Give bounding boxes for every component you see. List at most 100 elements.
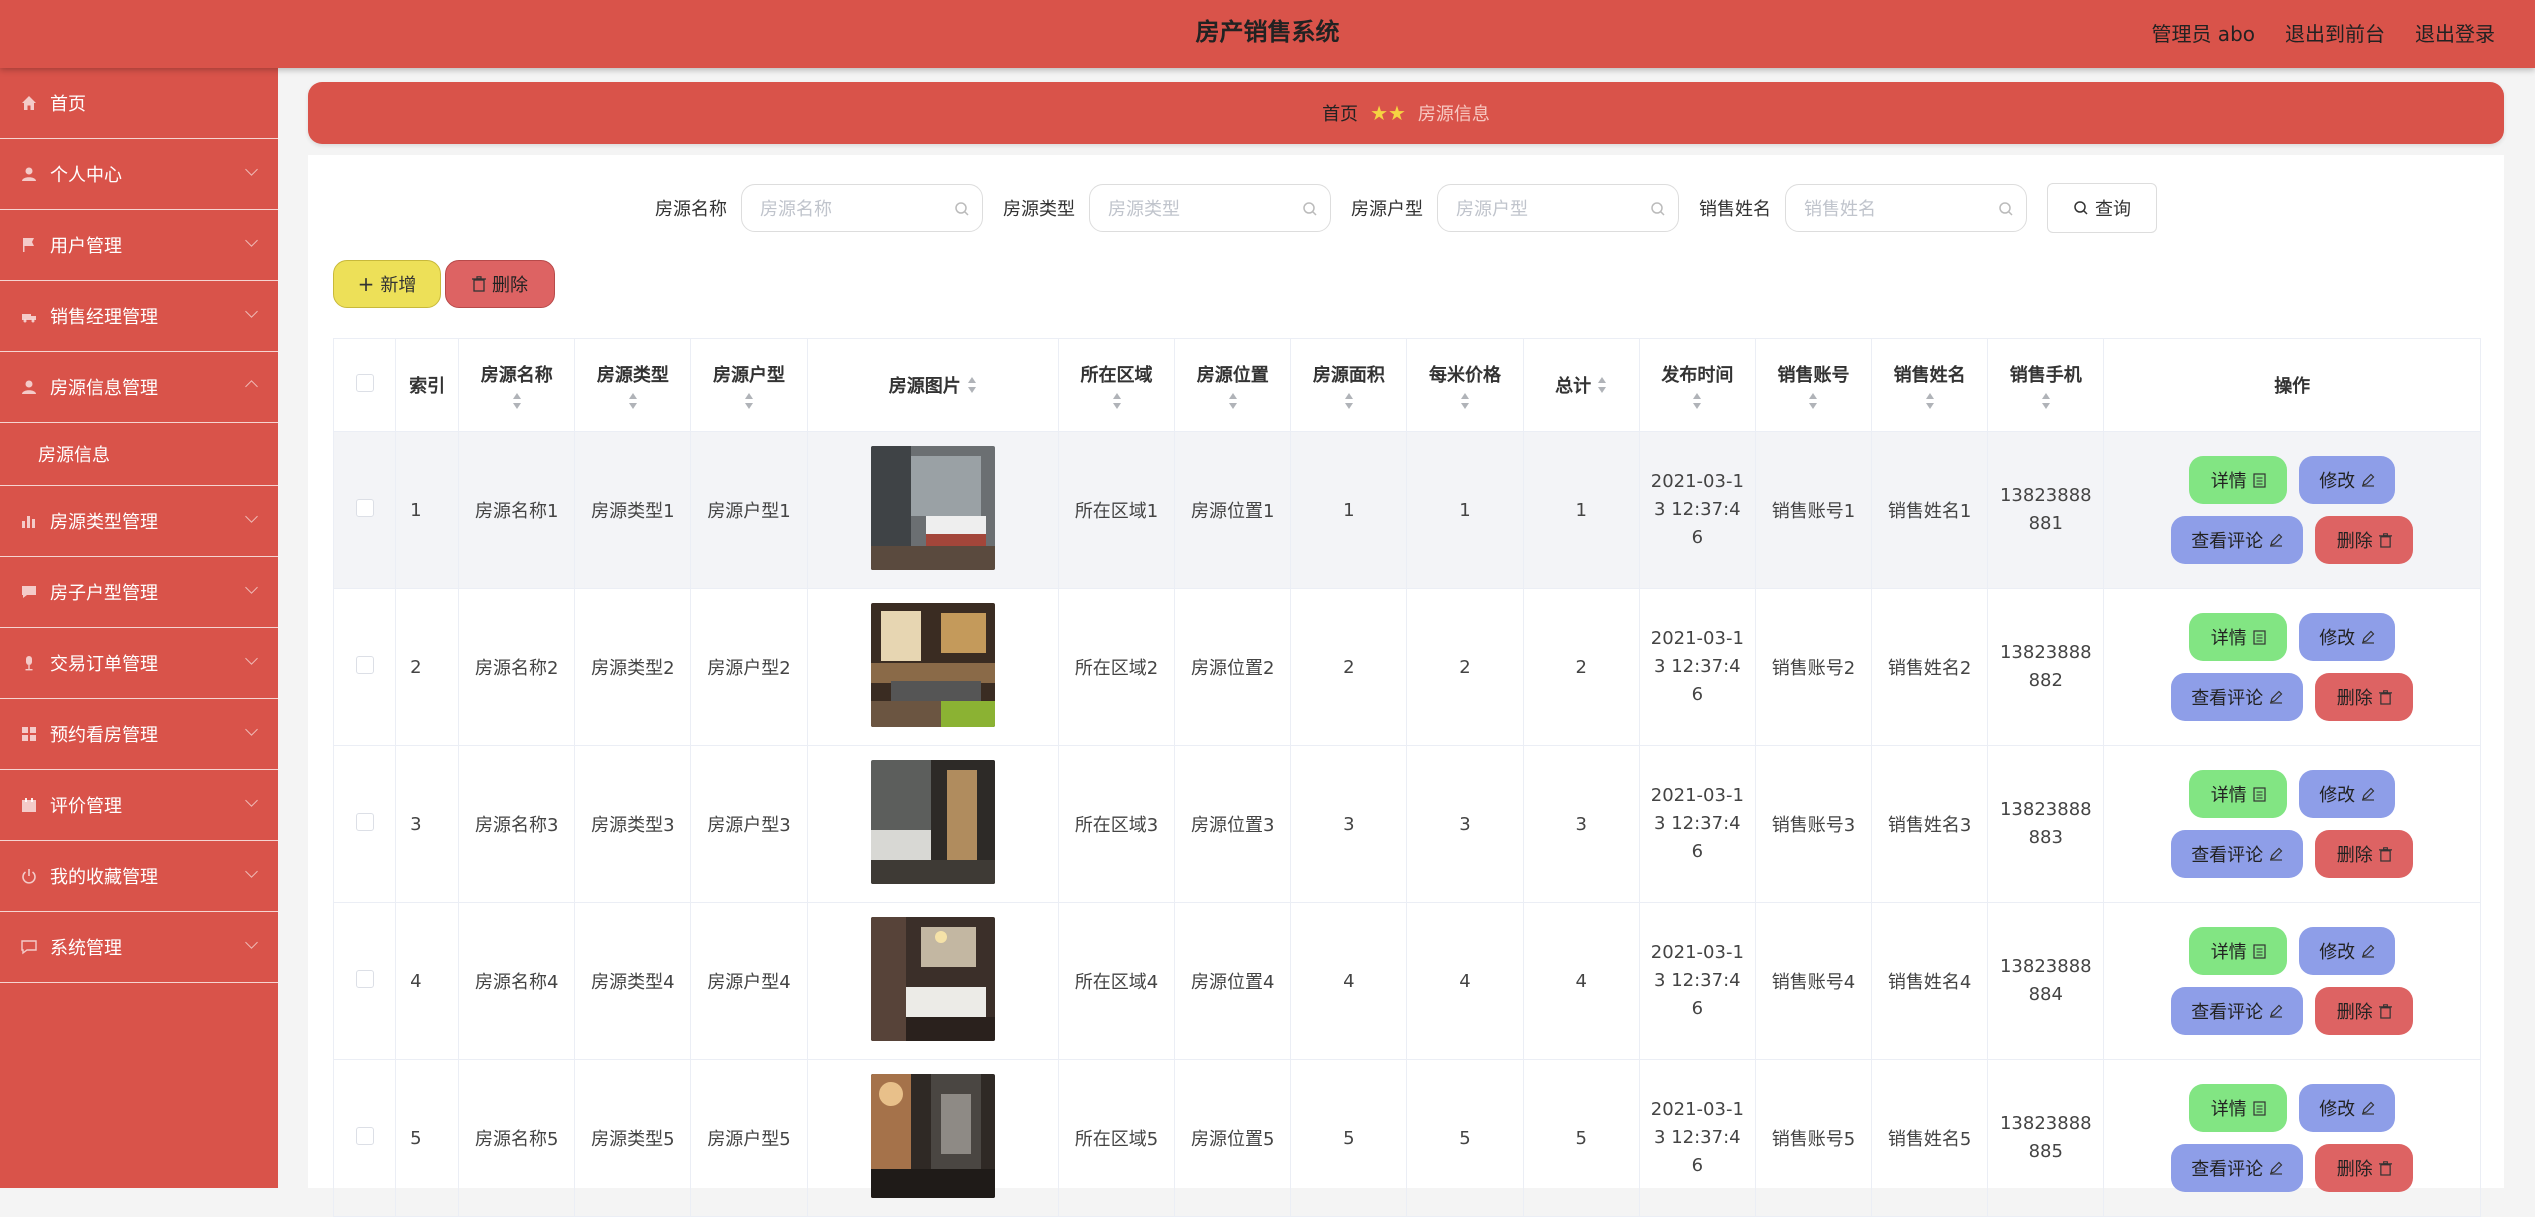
detail-button[interactable]: 详情 (2189, 770, 2288, 818)
view-reviews-button[interactable]: 查看评论 (2171, 673, 2304, 721)
header-image[interactable]: 房源图片 (806, 338, 1059, 432)
sidebar-item-sales-manager[interactable]: 销售经理管理 (0, 281, 278, 352)
row-select[interactable] (332, 431, 397, 589)
sidebar-item-system[interactable]: 系统管理 (0, 912, 278, 983)
detail-button[interactable]: 详情 (2189, 456, 2288, 504)
detail-button[interactable]: 详情 (2189, 927, 2288, 975)
row-actions: 详情 修改 查看评论 删除 (2105, 1084, 2479, 1192)
layout-input[interactable] (1438, 185, 1658, 233)
row-select[interactable] (332, 745, 397, 903)
sort-icon[interactable] (2041, 393, 2051, 409)
sort-icon[interactable] (1808, 393, 1818, 409)
table-row[interactable]: 4 房源名称4 房源类型4 房源户型4 所在区域4 房源位置4 4 4 4 20… (332, 902, 2481, 1060)
detail-button[interactable]: 详情 (2189, 613, 2288, 661)
sidebar-item-viewing-appointments[interactable]: 预约看房管理 (0, 699, 278, 770)
view-reviews-button[interactable]: 查看评论 (2171, 830, 2304, 878)
table-row[interactable]: 2 房源名称2 房源类型2 房源户型2 所在区域2 房源位置2 2 2 2 20… (332, 588, 2481, 746)
table-row[interactable]: 3 房源名称3 房源类型3 房源户型3 所在区域3 房源位置3 3 3 3 20… (332, 745, 2481, 903)
header-label: 销售账号 (1777, 365, 1850, 386)
property-photo[interactable] (870, 759, 995, 884)
edit-button[interactable]: 修改 (2299, 770, 2396, 818)
trash-icon (2378, 846, 2392, 862)
view-reviews-button[interactable]: 查看评论 (2171, 987, 2304, 1035)
sidebar-subitem-property-info[interactable]: 房源信息 (0, 423, 278, 486)
property-photo[interactable] (870, 602, 995, 727)
header-account[interactable]: 销售账号 (1754, 338, 1873, 432)
sidebar-item-property-info[interactable]: 房源信息管理 (0, 352, 278, 423)
view-reviews-button[interactable]: 查看评论 (2171, 516, 2304, 564)
header-label: 房源名称 (480, 365, 553, 386)
sort-icon[interactable] (1460, 393, 1470, 409)
row-delete-button[interactable]: 删除 (2315, 1144, 2414, 1192)
add-button[interactable]: + 新增 (333, 260, 441, 308)
edit-button[interactable]: 修改 (2299, 1084, 2396, 1132)
breadcrumb-home[interactable]: 首页 (1322, 100, 1358, 126)
search-icon (1999, 202, 2013, 216)
header-seller[interactable]: 销售姓名 (1871, 338, 1989, 432)
sort-icon[interactable] (1228, 393, 1238, 409)
sort-icon[interactable] (1597, 377, 1607, 393)
row-select[interactable] (332, 902, 397, 1060)
seller-input[interactable] (1786, 185, 2006, 233)
header-region[interactable]: 所在区域 (1057, 338, 1176, 432)
sort-icon[interactable] (1925, 393, 1935, 409)
sidebar-item-reviews[interactable]: 评价管理 (0, 770, 278, 841)
back-to-front-link[interactable]: 退出到前台 (2285, 18, 2385, 47)
detail-button[interactable]: 详情 (2189, 1084, 2288, 1132)
header-phone[interactable]: 销售手机 (1987, 338, 2105, 432)
sort-icon[interactable] (967, 377, 977, 393)
row-delete-button[interactable]: 删除 (2315, 673, 2414, 721)
edit-label: 修改 (2319, 942, 2356, 963)
header-total[interactable]: 总计 (1522, 338, 1640, 432)
sidebar-item-property-type[interactable]: 房源类型管理 (0, 486, 278, 557)
sort-icon[interactable] (744, 393, 754, 409)
sort-icon[interactable] (1344, 393, 1354, 409)
sidebar-item-favorites[interactable]: 我的收藏管理 (0, 841, 278, 912)
row-delete-button[interactable]: 删除 (2315, 516, 2414, 564)
header-type[interactable]: 房源类型 (574, 338, 692, 432)
edit-button[interactable]: 修改 (2299, 613, 2396, 661)
query-button[interactable]: 查询 (2047, 183, 2157, 233)
table-row[interactable]: 5 房源名称5 房源类型5 房源户型5 所在区域5 房源位置5 5 5 5 20… (332, 1059, 2481, 1217)
header-name[interactable]: 房源名称 (458, 338, 576, 432)
sidebar-item-orders[interactable]: 交易订单管理 (0, 628, 278, 699)
property-photo[interactable] (870, 445, 995, 570)
sidebar-item-home[interactable]: 首页 (0, 68, 278, 139)
checkbox[interactable] (355, 812, 374, 831)
logout-link[interactable]: 退出登录 (2415, 18, 2495, 47)
sidebar-item-personal-center[interactable]: 个人中心 (0, 139, 278, 210)
row-delete-button[interactable]: 删除 (2315, 987, 2414, 1035)
sort-icon[interactable] (1112, 393, 1122, 409)
header-layout[interactable]: 房源户型 (690, 338, 808, 432)
property-photo[interactable] (870, 916, 995, 1041)
cell-seller: 销售姓名2 (1871, 588, 1989, 746)
admin-user-label[interactable]: 管理员 abo (2151, 18, 2255, 47)
checkbox[interactable] (355, 373, 374, 392)
sort-icon[interactable] (1692, 393, 1702, 409)
checkbox[interactable] (355, 1126, 374, 1145)
header-price[interactable]: 每米价格 (1406, 338, 1524, 432)
header-time[interactable]: 发布时间 (1638, 338, 1756, 432)
row-delete-button[interactable]: 删除 (2315, 830, 2414, 878)
checkbox[interactable] (355, 969, 374, 988)
view-reviews-button[interactable]: 查看评论 (2171, 1144, 2304, 1192)
row-select[interactable] (332, 588, 397, 746)
cell-image (806, 1059, 1059, 1217)
header-size[interactable]: 房源面积 (1290, 338, 1408, 432)
header-select-all[interactable] (332, 338, 397, 432)
header-position[interactable]: 房源位置 (1174, 338, 1292, 432)
checkbox[interactable] (355, 655, 374, 674)
sort-icon[interactable] (512, 393, 522, 409)
property-photo[interactable] (870, 1073, 995, 1198)
edit-button[interactable]: 修改 (2299, 927, 2396, 975)
table-row[interactable]: 1 房源名称1 房源类型1 房源户型1 所在区域1 房源位置1 1 1 1 20… (332, 431, 2481, 589)
sidebar-item-user-management[interactable]: 用户管理 (0, 210, 278, 281)
sidebar-item-house-layout[interactable]: 房子户型管理 (0, 557, 278, 628)
sort-icon[interactable] (628, 393, 638, 409)
edit-button[interactable]: 修改 (2299, 456, 2396, 504)
type-input[interactable] (1090, 185, 1310, 233)
name-input[interactable] (742, 185, 962, 233)
delete-button[interactable]: 删除 (445, 260, 555, 308)
checkbox[interactable] (355, 498, 374, 517)
row-select[interactable] (332, 1059, 397, 1217)
